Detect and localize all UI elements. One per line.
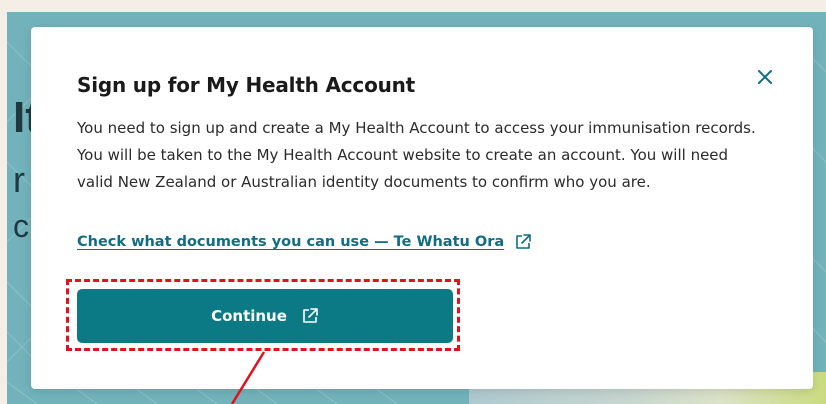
background-headline-2: r xyxy=(13,159,25,200)
check-documents-link[interactable]: Check what documents you can use — Te Wh… xyxy=(77,234,504,250)
continue-button-label: Continue xyxy=(211,307,287,325)
external-link-icon xyxy=(516,234,531,249)
background-headline-3: c xyxy=(13,208,29,244)
close-button[interactable] xyxy=(751,63,779,91)
page: It r c Sign up for My Health Account You… xyxy=(0,0,826,404)
docs-link-row: Check what documents you can use — Te Wh… xyxy=(77,233,532,251)
external-link-icon xyxy=(303,308,318,323)
continue-button[interactable]: Continue xyxy=(77,289,453,343)
close-icon xyxy=(758,70,772,84)
signup-modal: Sign up for My Health Account You need t… xyxy=(31,27,813,389)
modal-body-text: You need to sign up and create a My Heal… xyxy=(77,119,756,191)
modal-title: Sign up for My Health Account xyxy=(77,73,416,97)
